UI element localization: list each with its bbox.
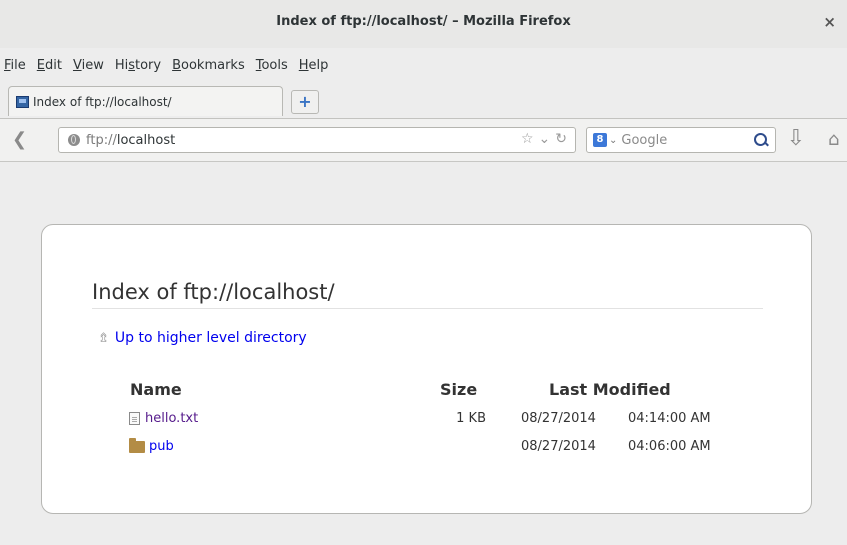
menu-help-accel: H — [298, 58, 309, 73]
menu-bar: File Edit View History Bookmarks Tools H… — [0, 55, 333, 77]
page-title: Index of ftp://localhost/ — [92, 280, 335, 304]
reload-icon[interactable]: ↻ — [555, 131, 567, 147]
tab-index-of-ftp[interactable]: Index of ftp://localhost/ — [8, 86, 283, 116]
column-header-size[interactable]: Size — [440, 380, 477, 399]
search-input[interactable]: Google — [621, 133, 667, 148]
menu-edit-label: dit — [45, 58, 62, 73]
plus-icon: + — [298, 92, 312, 111]
file-date: 08/27/2014 — [521, 411, 596, 426]
menu-edit[interactable]: Edit — [31, 55, 67, 77]
ftp-favicon-icon — [16, 95, 29, 108]
chevron-down-icon[interactable]: ⌄ — [609, 135, 617, 146]
menu-bookmarks-accel: B — [172, 58, 182, 73]
tab-strip: Index of ftp://localhost/ + — [0, 84, 847, 119]
close-icon[interactable]: × — [823, 13, 836, 31]
menu-history-pre: Hi — [114, 58, 129, 73]
history-dropdown-icon[interactable]: ⌄ — [539, 131, 551, 147]
url-scheme: ftp:// — [86, 132, 117, 148]
search-bar[interactable]: 8 ⌄ Google — [586, 127, 776, 153]
folder-link[interactable]: pub — [149, 439, 174, 454]
url-host: localhost — [116, 132, 176, 148]
file-time: 04:14:00 AM — [628, 411, 711, 426]
globe-icon — [68, 134, 80, 146]
up-directory-link[interactable]: ⇯ Up to higher level directory — [98, 330, 307, 346]
url-bar[interactable]: ftp://localhost ☆ ⌄ ↻ — [58, 127, 576, 153]
window-titlebar: Index of ftp://localhost/ – Mozilla Fire… — [0, 0, 847, 48]
file-time: 04:06:00 AM — [628, 439, 711, 454]
column-header-name[interactable]: Name — [130, 380, 182, 399]
table-row: pub 08/27/2014 04:06:00 AM — [42, 437, 811, 459]
table-row: hello.txt 1 KB 08/27/2014 04:14:00 AM — [42, 411, 811, 431]
file-name-cell: hello.txt — [129, 411, 198, 426]
search-icon[interactable] — [754, 133, 767, 146]
menu-help[interactable]: Help — [293, 55, 334, 77]
bookmark-star-icon[interactable]: ☆ — [521, 131, 534, 147]
window-title: Index of ftp://localhost/ – Mozilla Fire… — [276, 14, 571, 29]
file-date: 08/27/2014 — [521, 439, 596, 454]
menu-view-accel: V — [72, 58, 82, 73]
menu-history-accel: s — [128, 58, 135, 73]
back-arrow-icon[interactable]: ❮ — [12, 128, 42, 152]
menu-tools-label: ools — [261, 58, 288, 73]
file-name-cell: pub — [129, 437, 174, 454]
navigation-toolbar: ❮ ftp://localhost ☆ ⌄ ↻ 8 ⌄ Google ⇩ ⌂ — [0, 119, 847, 162]
folder-icon — [129, 437, 145, 453]
menu-file[interactable]: File — [0, 55, 31, 77]
download-icon[interactable]: ⇩ — [786, 126, 806, 152]
new-tab-button[interactable]: + — [291, 90, 319, 114]
menu-help-label: elp — [308, 58, 329, 73]
menu-edit-accel: E — [36, 58, 45, 73]
menu-view[interactable]: View — [67, 55, 109, 77]
file-size: 1 KB — [456, 411, 486, 426]
menu-bookmarks[interactable]: Bookmarks — [166, 55, 250, 77]
up-directory-label: Up to higher level directory — [114, 330, 307, 346]
menu-view-label: iew — [81, 58, 104, 73]
menu-bookmarks-label: ookmarks — [181, 58, 245, 73]
google-engine-icon[interactable]: 8 — [593, 133, 607, 147]
url-bar-tools: ☆ ⌄ ↻ — [521, 131, 567, 147]
up-arrow-icon: ⇯ — [98, 330, 109, 346]
home-icon[interactable]: ⌂ — [828, 128, 847, 152]
tab-label: Index of ftp://localhost/ — [33, 94, 172, 109]
menu-file-label: ile — [10, 58, 26, 73]
text-file-icon — [129, 412, 140, 425]
menu-history[interactable]: History — [109, 55, 166, 77]
directory-listing-card: Index of ftp://localhost/ ⇯ Up to higher… — [41, 224, 812, 514]
column-header-modified[interactable]: Last Modified — [549, 380, 671, 399]
menu-tools[interactable]: Tools — [250, 55, 293, 77]
menu-history-label: tory — [135, 58, 162, 73]
heading-divider — [92, 308, 763, 309]
file-link[interactable]: hello.txt — [145, 411, 198, 426]
